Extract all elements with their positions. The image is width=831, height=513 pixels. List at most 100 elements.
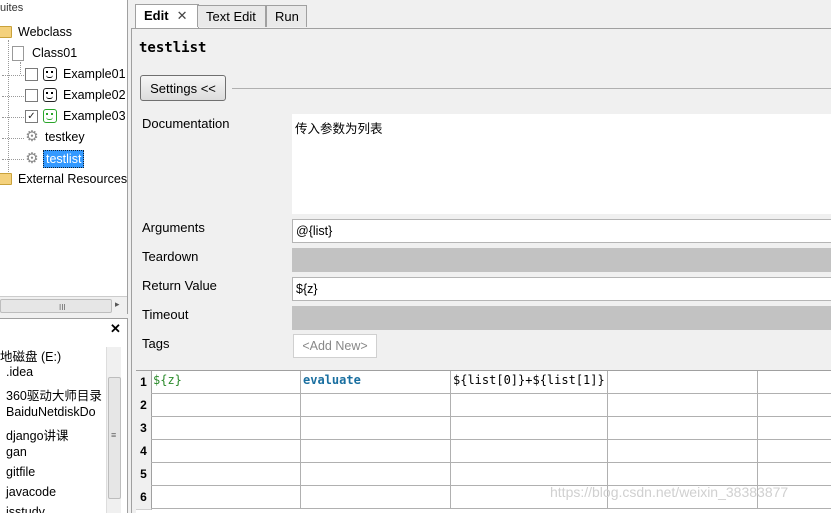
tree-horizontal-scrollbar[interactable]: III ▸	[0, 296, 127, 314]
grid-cell[interactable]	[758, 394, 831, 417]
grid-cell[interactable]	[608, 371, 758, 394]
return-value-field[interactable]: ${z}	[292, 277, 831, 301]
arrow-right-icon[interactable]: ▸	[115, 299, 120, 310]
grid-cell[interactable]	[608, 463, 758, 486]
gear-icon: ⚙	[25, 150, 39, 167]
tree-item-label: testkey	[45, 130, 85, 144]
grid-cell[interactable]	[758, 440, 831, 463]
grid-cell[interactable]	[451, 463, 608, 486]
tree-item-testkey[interactable]: ⚙ testkey	[25, 129, 87, 145]
file-item[interactable]: .idea	[6, 365, 33, 379]
timeout-label: Timeout	[142, 307, 189, 322]
tree-item-label: Example03	[63, 109, 126, 123]
file-item[interactable]: javacode	[6, 485, 56, 499]
folder-icon	[0, 173, 12, 185]
tree-item-label: External Resources	[18, 172, 128, 186]
teardown-field[interactable]	[292, 248, 831, 272]
tree-line	[2, 159, 24, 160]
grid-cell[interactable]: ${z}	[151, 371, 301, 394]
grip-icon: ≡	[111, 430, 117, 440]
tree-item-example02[interactable]: Example02	[25, 87, 127, 103]
close-icon[interactable]: ✕	[177, 8, 188, 23]
grid-cell[interactable]	[608, 417, 758, 440]
tree-line	[2, 75, 24, 76]
documentation-label: Documentation	[142, 116, 230, 131]
tab-label: Edit	[144, 8, 169, 23]
checkbox-example03[interactable]: ✓	[25, 109, 38, 123]
tree-item-class01[interactable]: Class01	[12, 45, 79, 61]
file-item[interactable]: django讲课	[6, 425, 69, 444]
row-number[interactable]: 4	[136, 440, 152, 464]
settings-toggle-button[interactable]: Settings <<	[140, 75, 226, 101]
grid-cell[interactable]: ${list[0]}+${list[1]}	[451, 371, 608, 394]
grid-cell[interactable]	[301, 417, 451, 440]
grid-cell[interactable]	[151, 463, 301, 486]
grid-cell[interactable]	[151, 417, 301, 440]
row-number[interactable]: 6	[136, 486, 152, 510]
editor-tabs: Edit ✕ Text Edit Run	[131, 0, 831, 28]
tree-item-webclass[interactable]: Webclass	[0, 24, 74, 40]
scrollbar-thumb[interactable]: ≡	[108, 377, 121, 499]
file-browser-vertical-scrollbar[interactable]: ≡	[106, 347, 121, 513]
grid-cell[interactable]: evaluate	[301, 371, 451, 394]
return-value-label: Return Value	[142, 278, 217, 293]
file-item[interactable]: 360驱动大师目录	[6, 385, 102, 404]
divider	[232, 88, 831, 89]
watermark: https://blog.csdn.net/weixin_38383877	[550, 484, 789, 500]
grid-cell[interactable]	[301, 440, 451, 463]
arguments-label: Arguments	[142, 220, 205, 235]
close-icon[interactable]: ✕	[110, 321, 121, 337]
row-number[interactable]: 1	[136, 371, 152, 395]
tree-item-testlist[interactable]: ⚙ testlist	[25, 150, 85, 168]
tree-line	[2, 96, 24, 97]
grid-cell[interactable]	[608, 440, 758, 463]
tree-item-example01[interactable]: Example01	[25, 66, 127, 82]
tree-item-label: Example02	[63, 88, 126, 102]
tree-item-label: testlist	[43, 150, 85, 168]
tags-label: Tags	[142, 336, 170, 351]
file-item[interactable]: 地磁盘 (E:)	[0, 346, 61, 365]
grid-cell[interactable]	[301, 463, 451, 486]
grid-cell[interactable]	[451, 394, 608, 417]
grid-cell[interactable]	[608, 394, 758, 417]
arguments-field[interactable]: @{list}	[292, 219, 831, 243]
grid-cell[interactable]	[151, 440, 301, 463]
row-number[interactable]: 3	[136, 417, 152, 441]
row-number[interactable]: 2	[136, 394, 152, 418]
keyword-title: testlist	[139, 40, 207, 56]
grid-cell[interactable]	[301, 394, 451, 417]
checkbox-example01[interactable]	[25, 67, 38, 81]
checkbox-example02[interactable]	[25, 88, 38, 102]
tab-label: Text Edit	[206, 9, 256, 24]
grid-cell[interactable]	[151, 394, 301, 417]
file-browser-panel: ✕ 地磁盘 (E:) .idea 360驱动大师目录 BaiduNetdiskD…	[0, 318, 128, 513]
row-number[interactable]: 5	[136, 463, 152, 487]
robot-icon	[43, 67, 57, 81]
tree-line	[20, 62, 21, 74]
tab-text-edit[interactable]: Text Edit	[197, 5, 266, 27]
add-new-tag-button[interactable]: <Add New>	[293, 334, 377, 358]
grid-cell[interactable]	[451, 417, 608, 440]
tab-run[interactable]: Run	[266, 5, 307, 27]
tree-item-example03[interactable]: ✓ Example03	[25, 108, 127, 124]
tree-item-label: Example01	[63, 67, 126, 81]
grid-cell[interactable]	[451, 440, 608, 463]
tree-header: uites	[0, 2, 24, 14]
file-item[interactable]: gitfile	[6, 465, 35, 479]
documentation-field[interactable]: 传入参数为列表	[292, 114, 831, 214]
scrollbar-thumb[interactable]: III	[0, 299, 112, 313]
file-item[interactable]: BaiduNetdiskDo	[6, 405, 96, 419]
tab-label: Run	[275, 9, 299, 24]
file-item[interactable]: gan	[6, 445, 27, 459]
grid-cell[interactable]	[301, 486, 451, 509]
grid-cell[interactable]	[758, 417, 831, 440]
tree-item-label: Class01	[32, 46, 78, 60]
tree-item-external-resources[interactable]: External Resources	[0, 171, 128, 187]
tree-line	[2, 117, 24, 118]
tab-edit[interactable]: Edit ✕	[135, 4, 199, 28]
grid-cell[interactable]	[151, 486, 301, 509]
grid-cell[interactable]	[758, 371, 831, 394]
timeout-field[interactable]	[292, 306, 831, 330]
tree-line	[2, 138, 24, 139]
grid-cell[interactable]	[758, 463, 831, 486]
